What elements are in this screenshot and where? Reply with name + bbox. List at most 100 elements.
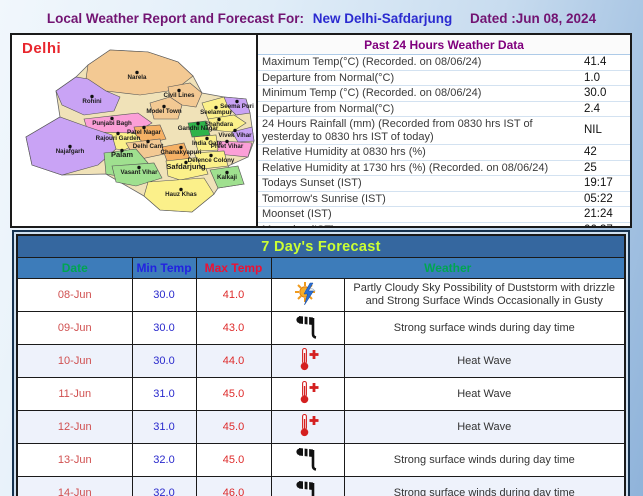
district-label: Model Town <box>146 108 182 115</box>
past24-table: Maximum Temp(°C) (Recorded. on 08/06/24)… <box>258 55 630 226</box>
past24-value: 19:17 <box>582 175 630 192</box>
past24-label: Maximum Temp(°C) (Recorded. on 08/06/24) <box>258 55 582 71</box>
forecast-date-cell: 13-Jun <box>16 443 133 477</box>
forecast-weather-desc: Strong surface winds during day time <box>343 476 626 496</box>
forecast-min-temp-cell: 31.0 <box>131 410 197 444</box>
past24-value: 06:37 <box>582 222 630 226</box>
district-label: Najafgarh <box>56 148 85 155</box>
delhi-districts-map: Narela Rohini Model Town Civil Lines Seelamp… <box>25 49 255 213</box>
windsock-icon <box>293 478 323 496</box>
forecast-max-temp-cell: 45.0 <box>195 443 272 477</box>
duststorm-icon <box>293 280 323 307</box>
district-label: India Gate <box>192 140 222 147</box>
district-label: Rajouri Garden <box>96 135 141 142</box>
title-location: New Delhi-Safdarjung <box>312 11 453 26</box>
past24-label: Departure from Normal(°C) <box>258 70 582 86</box>
col-header-min-temp: Min Temp <box>131 257 197 279</box>
past24-row: Departure from Normal(°C) 2.4 <box>258 101 630 117</box>
forecast-max-temp-cell: 46.0 <box>195 476 272 496</box>
title-prefix: Local Weather Report and Forecast For: <box>46 11 304 26</box>
top-section: Narela Rohini Model Town Civil Lines Seelamp… <box>10 33 632 228</box>
forecast-icon-cell <box>270 377 345 411</box>
district-label: Vasant Vihar <box>120 169 158 176</box>
thermometer-plus-icon <box>293 379 323 406</box>
forecast-column-headers: Date Min Temp Max Temp Weather <box>16 257 626 279</box>
district-label: Rohini <box>82 98 102 105</box>
past24-label: Relative Humidity at 0830 hrs (%) <box>258 144 582 161</box>
district-label: Seema Puri <box>220 103 254 110</box>
forecast-row: 08-Jun 30.0 41.0 Partly Cloudy Sky Possibil… <box>16 278 626 312</box>
forecast-icon-cell <box>270 311 345 345</box>
forecast-row: 11-Jun 31.0 45.0 Heat Wave <box>16 377 626 411</box>
forecast-max-temp-cell: 43.0 <box>195 311 272 345</box>
forecast-weather-desc: Partly Cloudy Sky Possibility of Duststo… <box>343 278 626 312</box>
forecast-row: 14-Jun 32.0 46.0 Strong surface winds durin… <box>16 476 626 496</box>
past24-label: Todays Sunset (IST) <box>258 175 582 192</box>
forecast-max-temp-cell: 41.0 <box>195 278 272 312</box>
forecast-icon-cell <box>270 278 345 312</box>
forecast-min-temp-cell: 30.0 <box>131 311 197 345</box>
forecast-icon-cell <box>270 443 345 477</box>
forecast-max-temp-cell: 45.0 <box>195 410 272 444</box>
past24-label: Moonset (IST) <box>258 206 582 223</box>
forecast-min-temp-cell: 30.0 <box>131 344 197 378</box>
map-title: Delhi <box>22 40 62 57</box>
thermometer-plus-icon <box>293 412 323 439</box>
district-label: Delhi Cant <box>133 143 164 150</box>
past24-row: Minimum Temp (°C) (Recorded. on 08/06/24… <box>258 85 630 102</box>
forecast-row: 10-Jun 30.0 44.0 Heat Wave <box>16 344 626 378</box>
forecast-icon-cell <box>270 344 345 378</box>
windsock-icon <box>293 313 323 340</box>
forecast-icon-cell <box>270 476 345 496</box>
past24-row: Departure from Normal(°C) 1.0 <box>258 70 630 86</box>
col-header-weather: Weather <box>270 257 626 279</box>
district-label: Chanakyapuri <box>161 149 202 156</box>
delhi-map-panel: Narela Rohini Model Town Civil Lines Seelamp… <box>10 33 258 228</box>
forecast-title: 7 Day's Forecast <box>16 234 626 258</box>
forecast-row: 09-Jun 30.0 43.0 Strong surface winds durin… <box>16 311 626 345</box>
forecast-row: 12-Jun 31.0 45.0 Heat Wave <box>16 410 626 444</box>
past24-row: Moonrise (IST)06:37 <box>258 222 630 226</box>
past24-value: 05:22 <box>582 191 630 207</box>
forecast-min-temp-cell: 32.0 <box>131 476 197 496</box>
page-title: Local Weather Report and Forecast For: N… <box>0 11 643 26</box>
past24-row: Relative Humidity at 0830 hrs (%) 42 <box>258 144 630 161</box>
past24-value: 25 <box>582 160 630 176</box>
past24-value: 41.4 <box>582 55 630 71</box>
past24-label: Relative Humidity at 1730 hrs (%) (Recor… <box>258 160 582 176</box>
past24-label: Moonrise (IST) <box>258 222 582 226</box>
past24-row: Maximum Temp(°C) (Recorded. on 08/06/24)… <box>258 55 630 71</box>
past24-row: Todays Sunset (IST) 19:17 <box>258 175 630 192</box>
forecast-panel: 7 Day's Forecast Date Min Temp Max Temp … <box>12 230 630 496</box>
district-label: Palam <box>111 150 133 159</box>
forecast-weather-desc: Heat Wave <box>343 410 626 444</box>
forecast-min-temp-cell: 32.0 <box>131 443 197 477</box>
past24-row: Tomorrow's Sunrise (IST) 05:22 <box>258 191 630 207</box>
weather-report-page: Local Weather Report and Forecast For: N… <box>0 0 643 496</box>
forecast-max-temp-cell: 45.0 <box>195 377 272 411</box>
forecast-icon-cell <box>270 410 345 444</box>
forecast-max-temp-cell: 44.0 <box>195 344 272 378</box>
district-label: Kalkaji <box>217 174 237 181</box>
col-header-date: Date <box>16 257 133 279</box>
district-label: Civil Lines <box>164 92 196 99</box>
district-label: Punjabi Bagh <box>92 120 132 127</box>
past24-value: 21:24 <box>582 206 630 223</box>
forecast-date-cell: 10-Jun <box>16 344 133 378</box>
past24-value: 2.4 <box>582 101 630 117</box>
forecast-date-cell: 11-Jun <box>16 377 133 411</box>
past24-label: Tomorrow's Sunrise (IST) <box>258 191 582 207</box>
past24-value: 42 <box>582 144 630 161</box>
past24-row: Relative Humidity at 1730 hrs (%) (Recor… <box>258 160 630 176</box>
col-header-max-temp: Max Temp <box>195 257 272 279</box>
forecast-weather-desc: Heat Wave <box>343 344 626 378</box>
windsock-icon <box>293 445 323 472</box>
forecast-date-cell: 12-Jun <box>16 410 133 444</box>
forecast-date-cell: 14-Jun <box>16 476 133 496</box>
past24-row: 24 Hours Rainfall (mm) (Recorded from 08… <box>258 116 630 145</box>
forecast-weather-desc: Heat Wave <box>343 377 626 411</box>
past24-value: 30.0 <box>582 85 630 102</box>
forecast-weather-desc: Strong surface winds during day time <box>343 443 626 477</box>
past24-header: Past 24 Hours Weather Data <box>258 35 630 55</box>
district-label: Vivek Vihar <box>218 132 252 139</box>
